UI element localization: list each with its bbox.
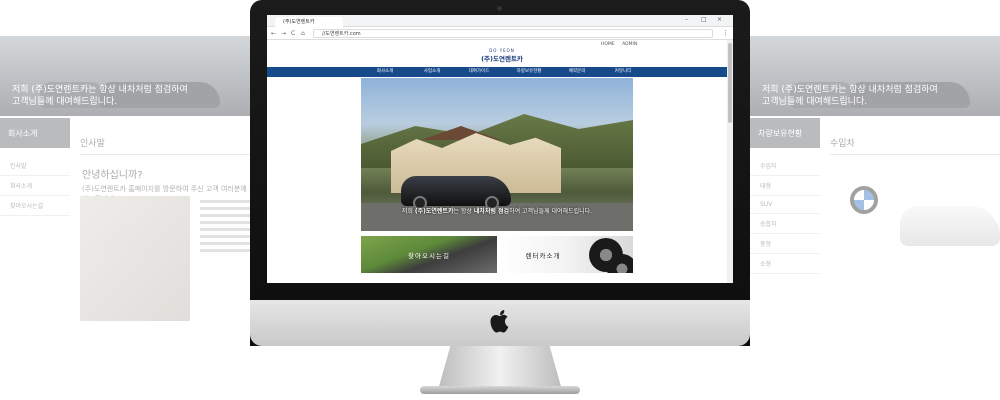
directions-banner-label: 찾아오시는길 [408,252,450,260]
minimize-icon[interactable]: – [685,16,688,23]
background-page-left: 저희 (주)도연렌트카는 항상 내차처럼 점검하여 고객님들께 대여해드립니다.… [0,36,260,336]
bg-section-title: 수입차 [830,139,855,149]
address-bar[interactable]: //도연렌트카.com [313,29,713,38]
bg-caption-line1: 저희 (주)도연렌트카는 항상 내차처럼 점검하여 [12,85,188,95]
main-navigation: 회사소개 사업소개 대여가이드 차량보유현황 예약문의 커뮤니티 [267,67,727,77]
hero-caption-post: 하여 고객님들께 대여해드립니다. [509,208,593,215]
bg-side-menu: 인사말 회사소개 찾아오시는길 [0,156,70,216]
browser-tabbar: (주)도연렌트카 – □ × [267,15,733,27]
bmw-logo-icon [850,186,878,214]
home-icon[interactable]: ⌂ [301,30,305,37]
bg-side-menu: 수입차 대형 SUV 승합차 중형 소형 [750,156,820,274]
background-page-right: 저희 (주)도연렌트카는 항상 내차처럼 점검하여 고객님들께 대여해드립니다.… [750,36,1000,336]
rentcar-intro-banner-label: 렌터카소개 [525,252,561,260]
camera-icon [497,6,502,11]
bg-text-block [200,196,250,256]
nav-item-community[interactable]: 커뮤니티 [593,67,653,77]
forward-icon[interactable]: → [281,30,286,37]
bg-menu-item: 수입차 [750,156,820,176]
browser-menu-icon[interactable]: ⋮ [722,29,729,37]
maximize-icon[interactable]: □ [701,16,707,23]
admin-link[interactable]: ADMIN [622,42,637,47]
bg-caption: 저희 (주)도연렌트카는 항상 내차처럼 점검하여 고객님들께 대여해드립니다. [12,84,188,108]
bg-caption-line2: 고객님들께 대여해드립니다. [762,97,868,107]
bg-white-car [900,206,1000,246]
directions-banner[interactable]: 찾아오시는길 [361,236,497,273]
bg-menu-item: 소형 [750,254,820,274]
top-links: HOME ADMIN [601,42,643,47]
bg-menu-item: 인사말 [0,156,70,176]
bg-menu-item: SUV [750,196,820,214]
screen: (주)도연렌트카 – □ × ← → C ⌂ //도연렌트카.com ⋮ HOM… [267,15,733,283]
hero-image: 저희 (주)도연렌트카는 항상 내차처럼 점검하여 고객님들께 대여해드립니다. [361,78,633,231]
site-logo[interactable]: DO YEON (주)도연렌트카 [472,48,532,66]
bg-divider [80,154,255,155]
website: HOME ADMIN DO YEON (주)도연렌트카 회사소개 사업소개 대여… [267,40,727,283]
apple-logo-icon [490,310,509,333]
monitor-stand-base [420,386,580,394]
bg-menu-item: 승합차 [750,214,820,234]
bg-side-title: 차량보유현황 [750,118,820,148]
bg-menu-item: 회사소개 [0,176,70,196]
hero-caption: 저희 (주)도연렌트카는 항상 내차처럼 점검하여 고객님들께 대여해드립니다. [361,206,633,215]
reload-icon[interactable]: C [291,30,295,37]
bg-caption-line2: 고객님들께 대여해드립니다. [12,97,118,107]
bg-section-title: 인사말 [80,139,105,149]
bg-menu-item: 대형 [750,176,820,196]
bg-divider [830,154,1000,155]
hero-caption-pre: 저희 [401,208,415,215]
bg-hero-left: 저희 (주)도연렌트카는 항상 내차처럼 점검하여 고객님들께 대여해드립니다. [0,36,260,116]
home-link[interactable]: HOME [601,42,615,47]
bg-side-title: 회사소개 [0,118,70,148]
close-icon[interactable]: × [717,16,722,23]
stage: 저희 (주)도연렌트카는 항상 내차처럼 점검하여 고객님들께 대여해드립니다.… [0,0,1000,400]
browser-toolbar: ← → C ⌂ //도연렌트카.com ⋮ [267,27,733,40]
bg-photo [80,196,190,321]
bg-caption-line1: 저희 (주)도연렌트카는 항상 내차처럼 점검하여 [762,85,938,95]
browser-tab[interactable]: (주)도연렌트카 [275,17,343,27]
bg-caption: 저희 (주)도연렌트카는 항상 내차처럼 점검하여 고객님들께 대여해드립니다. [762,84,938,108]
bg-greeting: 안녕하십니까? [82,170,143,181]
monitor-stand [438,346,562,390]
bg-hero-right: 저희 (주)도연렌트카는 항상 내차처럼 점검하여 고객님들께 대여해드립니다. [750,36,1000,116]
hero-caption-mid: 는 항상 [453,208,474,215]
bg-menu-item: 중형 [750,234,820,254]
logo-name: (주)도연렌트카 [481,55,523,63]
hero-caption-brand: (주)도연렌트카 [414,208,454,215]
scrollbar-thumb[interactable] [728,43,732,123]
hero-caption-strong: 내차처럼 점검 [473,208,510,215]
back-icon[interactable]: ← [271,30,276,37]
rentcar-intro-banner[interactable]: 렌터카소개 [497,236,633,273]
bg-menu-item: 찾아오시는길 [0,196,70,216]
